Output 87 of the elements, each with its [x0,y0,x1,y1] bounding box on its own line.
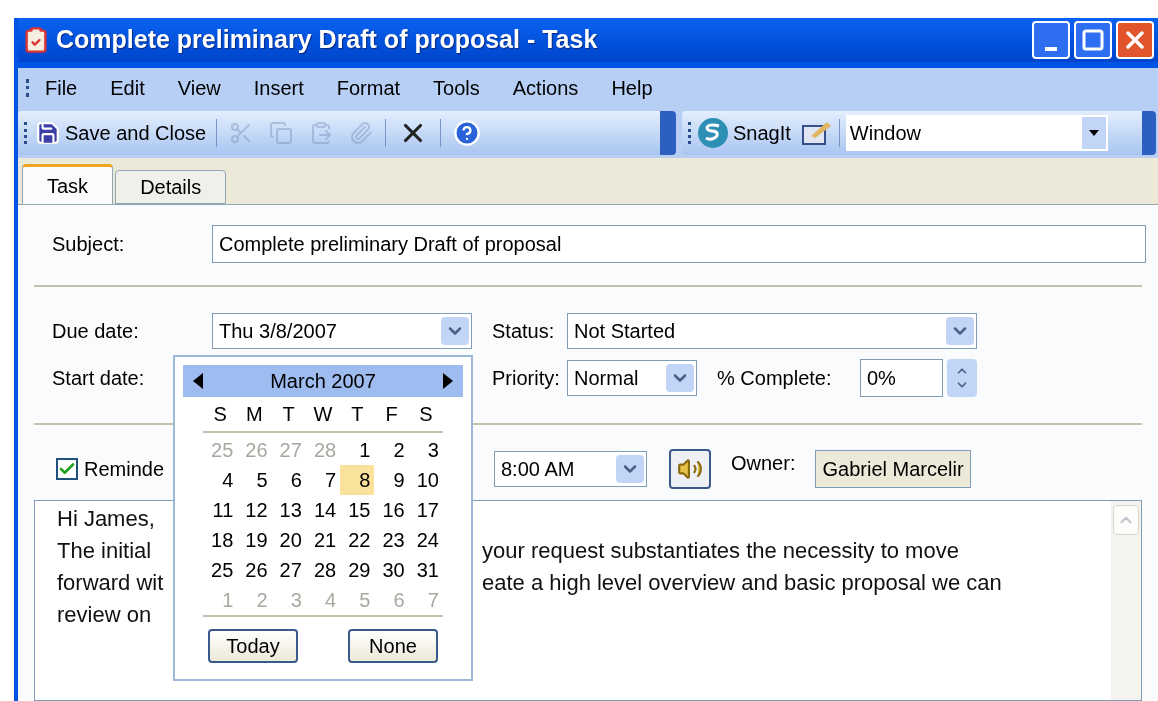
previous-month-button[interactable] [193,373,203,389]
calendar-day[interactable]: 4 [203,465,238,495]
caret-icon [1088,130,1099,136]
tab[interactable]: Details [115,170,227,204]
calendar-day[interactable]: 2 [374,435,409,465]
dropdown-button[interactable] [666,364,694,392]
calendar-day[interactable]: 28 [305,555,341,585]
minimize-button[interactable] [1032,21,1070,59]
close-button[interactable] [1116,21,1154,59]
weekday-label: W [312,402,334,427]
menu-item[interactable]: Help [611,73,653,103]
percent-complete-field[interactable]: 0% [860,359,943,397]
calendar-button[interactable]: None [348,629,438,663]
maximize-icon [1081,28,1105,52]
weekday-label: M [245,402,264,427]
status-dropdown[interactable]: Not Started [567,313,977,349]
calendar-day[interactable]: 3 [408,435,443,465]
calendar-day[interactable]: 9 [374,465,409,495]
calendar-day[interactable]: 30 [374,555,409,585]
subject-field[interactable]: Complete preliminary Draft of proposal [212,225,1146,263]
calendar-day[interactable]: 19 [237,525,272,555]
calendar-day[interactable]: 6 [271,465,306,495]
menu-item[interactable]: View [177,73,221,103]
calendar-day[interactable]: 23 [374,525,409,555]
due-date-field[interactable]: Thu 3/8/2007 [212,313,472,349]
menu-item[interactable]: Tools [433,73,480,103]
weekday-label: S [212,402,228,427]
dropdown-button[interactable] [946,317,974,345]
checkbox-label: Reminde [84,457,165,482]
scrollbar[interactable] [1111,501,1141,700]
reminder-checkbox[interactable] [56,458,78,480]
calendar-day[interactable]: 24 [408,525,443,555]
maximize-button[interactable] [1074,21,1112,59]
calendar-day[interactable]: 7 [305,465,341,495]
calendar-day[interactable]: 18 [203,525,238,555]
calendar-day[interactable]: 29 [340,555,375,585]
calendar-day[interactable]: 26 [237,555,272,585]
calendar-day[interactable]: 1 [340,435,375,465]
notes-text: eate a high level overview and basic proposal we can [482,569,1002,597]
notes-text: Hi James, [57,506,155,531]
weekday-label: F [384,402,399,427]
notes-text: The initial [57,538,152,563]
menu-item[interactable]: File [45,73,78,103]
calendar-day[interactable]: 10 [408,465,443,495]
notes-text: your request substantiates the necessity to move [482,537,959,565]
notes-text: forward wit [57,570,164,595]
month-title: March 2007 [270,369,376,394]
speaker-icon [677,456,703,482]
priority-dropdown[interactable]: Normal [567,360,697,396]
calendar-day[interactable]: 20 [271,525,306,555]
window-title: Complete preliminary Draft of proposal - Task [56,24,598,56]
sphere-icon [697,117,729,149]
menu-item[interactable]: Edit [110,73,145,103]
reminder-time-dropdown[interactable]: 8:00 AM [494,451,647,487]
field-label: Priority: [491,366,561,391]
field-label: Due date: [51,319,140,344]
calendar-day[interactable]: 25 [203,555,238,585]
next-month-button[interactable] [443,373,453,389]
calendar-day[interactable]: 27 [271,555,306,585]
menu-item[interactable]: Insert [253,73,304,103]
calendar-button[interactable]: Today [208,629,298,663]
sound-button[interactable] [669,449,711,489]
calendar-day[interactable]: 21 [305,525,341,555]
spin-button[interactable] [947,359,977,397]
menu-item[interactable]: Format [336,73,401,103]
field-label: Start date: [52,367,145,389]
profile-dropdown[interactable]: Window [845,115,1108,151]
calendar-day[interactable]: 31 [408,555,443,585]
dropdown-button[interactable] [441,317,469,345]
weekday-label: S [418,402,434,427]
field-label: Status: [491,319,556,344]
field-label: Owner: [731,451,796,476]
notes-text: review on [57,602,152,627]
menu-item[interactable]: Actions [512,73,579,103]
save-icon [35,120,61,146]
tab[interactable]: Task [22,164,114,204]
snagit-button[interactable]: SnagIt [697,117,791,149]
field-label: Subject: [51,232,126,257]
calendar-day[interactable]: 22 [340,525,375,555]
calendar-day[interactable]: 5 [237,465,272,495]
calendar-day[interactable]: 8 [340,465,375,495]
owner-field: Gabriel Marcelir [815,450,972,488]
weekday-label: T [350,402,365,427]
weekday-label: T [281,402,296,427]
save-and-close-button[interactable]: Save and Close [35,118,213,148]
dropdown-button[interactable] [616,455,644,483]
field-label: % Complete: [716,366,833,391]
